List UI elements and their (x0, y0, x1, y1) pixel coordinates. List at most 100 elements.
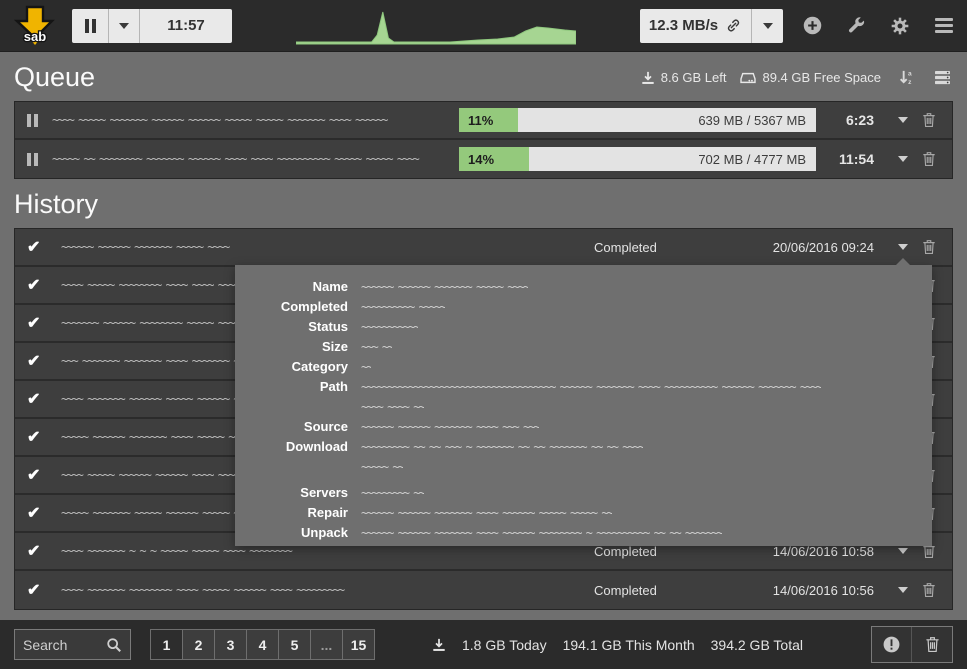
queue-item-delete-button[interactable] (916, 151, 942, 167)
history-item-dropdown[interactable] (890, 244, 916, 250)
detail-value-redacted: ~~ (361, 360, 372, 374)
detail-label: Servers (300, 485, 348, 500)
wrench-button[interactable] (845, 15, 867, 37)
page-button-2[interactable]: 2 (182, 629, 215, 660)
queue-header: Queue 8.6 GB Left 89.4 GB Free Space a z (0, 52, 967, 101)
speed-graph-chart (296, 11, 576, 44)
history-info-button[interactable] (872, 627, 912, 662)
gear-icon (891, 17, 909, 34)
stat-total: 394.2 GB Total (710, 636, 803, 653)
stat-today: 1.8 GB Today (462, 636, 547, 653)
svg-text:z: z (908, 79, 912, 86)
detail-value-redacted: ~~~~~~~~~ ~~ ~~ ~~~ ~ ~~~~~~~ ~~ ~~ ~~~~… (361, 440, 644, 454)
completed-check-icon: ✔ (27, 315, 41, 332)
completed-check-icon: ✔ (27, 391, 41, 408)
alert-circle-icon (883, 636, 900, 653)
speed-value: 12.3 MB/s (648, 17, 719, 34)
completed-check-icon: ✔ (27, 543, 41, 560)
detail-value-redacted: ~~~~~~~~~~~~~~~~~~~~~~~~~~~~~~~~~~~~~ ~~… (361, 380, 821, 394)
detail-value-redacted: ~~~ ~~ (361, 340, 393, 354)
history-actions-group (871, 626, 953, 663)
queue-remaining: 8.6 GB Left (641, 70, 726, 85)
panel-notch (896, 258, 910, 265)
completed-check-icon: ✔ (27, 239, 41, 256)
list-icon (934, 70, 950, 85)
history-item-delete-button[interactable] (916, 239, 942, 255)
detail-value-redacted: ~~~~~~ ~~~~~~ ~~~~~~~ ~~~~ ~~~~~~ ~~~~~ … (361, 506, 612, 520)
detail-label: Completed (280, 299, 348, 314)
stat-month: 194.1 GB This Month (562, 636, 695, 653)
search-box[interactable] (14, 629, 131, 660)
pause-button[interactable] (72, 8, 109, 43)
page-button-ellipsis[interactable]: ... (310, 629, 343, 660)
add-nzb-button[interactable] (801, 15, 823, 37)
completed-check-icon: ✔ (27, 277, 41, 294)
history-detail-panel: Name ~~~~~~ ~~~~~~ ~~~~~~~ ~~~~~ ~~~~ Com… (235, 258, 932, 546)
pause-timer-button[interactable]: 11:57 (140, 8, 232, 43)
progress-bar: 14% 702 MB / 4777 MB (459, 147, 816, 171)
speed-dropdown-button[interactable] (752, 8, 783, 43)
page-button-3[interactable]: 3 (214, 629, 247, 660)
detail-label: Download (285, 439, 348, 454)
hard-drive-icon (740, 72, 757, 83)
chevron-down-icon (898, 117, 908, 123)
trash-icon (923, 152, 935, 167)
queue-item-eta: 11:54 (838, 151, 874, 167)
chevron-down-icon (762, 22, 773, 29)
download-icon (642, 71, 654, 84)
page-button-4[interactable]: 4 (246, 629, 279, 660)
page-button-15[interactable]: 15 (342, 629, 375, 660)
queue-sort-button[interactable]: a z (895, 67, 917, 89)
pause-item-icon[interactable] (27, 113, 38, 127)
chevron-down-icon (898, 548, 908, 554)
history-item-delete-button[interactable] (916, 582, 942, 598)
queue-row[interactable]: ~~~~ ~~~~~ ~~~~~~~ ~~~~~~ ~~~~~~ ~~~~~ ~… (15, 102, 952, 140)
chevron-down-icon (898, 244, 908, 250)
footer-bar: 1 2 3 4 5 ... 15 1.8 GB Today 194.1 GB T… (0, 620, 967, 669)
chevron-down-icon (898, 156, 908, 162)
queue-list: ~~~~ ~~~~~ ~~~~~~~ ~~~~~~ ~~~~~~ ~~~~~ ~… (14, 101, 953, 179)
queue-item-dropdown[interactable] (890, 117, 916, 123)
detail-value-redacted: ~~~~~~~~~~ ~~~~~ (361, 300, 445, 314)
history-item-dropdown[interactable] (890, 587, 916, 593)
pause-timer-group: 11:57 (72, 8, 232, 43)
queue-title: Queue (14, 62, 96, 92)
detail-value-redacted: ~~~~~ ~~ (361, 460, 403, 474)
settings-button[interactable] (889, 15, 911, 37)
queue-item-delete-button[interactable] (916, 112, 942, 128)
pause-icon (84, 18, 96, 33)
history-row[interactable]: ✔ ~~~~~~ ~~~~~~ ~~~~~~~ ~~~~~ ~~~~ Complet… (15, 229, 952, 267)
pause-item-icon[interactable] (27, 152, 38, 166)
queue-item-name-redacted: ~~~~~ ~~ ~~~~~~~~ ~~~~~~~ ~~~~~~ ~~~~ ~~… (52, 152, 420, 166)
completed-check-icon: ✔ (27, 429, 41, 446)
history-row[interactable]: ✔ ~~~~ ~~~~~~~ ~~~~~~~~ ~~~~ ~~~~~ ~~~~~~… (15, 571, 952, 609)
sab-logo[interactable]: sab (12, 4, 58, 48)
queue-free-space-text: 89.4 GB Free Space (762, 70, 881, 85)
detail-label: Repair (307, 505, 348, 520)
trash-icon (923, 240, 935, 255)
search-input[interactable] (23, 636, 106, 653)
history-clear-button[interactable] (912, 627, 952, 662)
page-button-1[interactable]: 1 (150, 629, 183, 660)
detail-value-redacted: ~~~~ ~~~~ ~~ (361, 400, 424, 414)
history-item-name-redacted: ~~~~~~ ~~~~~~ ~~~~~~~ ~~~~~ ~~~~ (61, 240, 230, 254)
menu-button[interactable] (933, 15, 955, 37)
trash-icon (925, 637, 939, 653)
wrench-icon (848, 16, 865, 32)
queue-item-dropdown[interactable] (890, 156, 916, 162)
detail-value-redacted: ~~~~~~~~~ ~~ (361, 486, 424, 500)
speed-limit-link-icon (728, 19, 740, 32)
queue-row[interactable]: ~~~~~ ~~ ~~~~~~~~ ~~~~~~~ ~~~~~~ ~~~~ ~~… (15, 140, 952, 178)
history-item-date: 20/06/2016 09:24 (772, 239, 874, 255)
detail-label: Size (321, 339, 348, 354)
progress-percent: 11% (459, 108, 519, 132)
queue-view-button[interactable] (931, 67, 953, 89)
detail-value-redacted: ~~~~~~ ~~~~~~ ~~~~~~~ ~~~~~ ~~~~ (361, 280, 529, 294)
page-button-5[interactable]: 5 (278, 629, 311, 660)
chevron-down-icon (898, 587, 908, 593)
detail-label (235, 397, 348, 417)
pause-dropdown-button[interactable] (109, 8, 140, 43)
speed-button[interactable]: 12.3 MB/s (640, 8, 752, 43)
history-item-dropdown[interactable] (890, 548, 916, 554)
detail-label: Path (319, 379, 348, 394)
